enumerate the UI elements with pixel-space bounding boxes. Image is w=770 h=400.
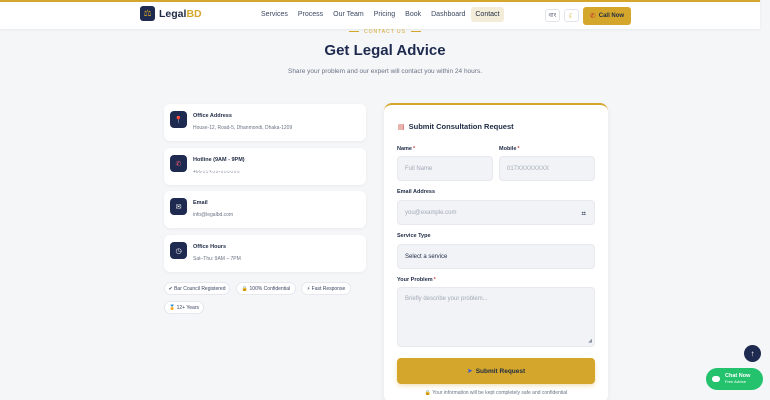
language-toggle-button[interactable]: বাং: [545, 9, 560, 22]
office-address-card: 📍 Office Address House-12, Road-5, Dhanm…: [164, 104, 366, 141]
experience-badge: 🏅 12+ Years: [164, 301, 204, 314]
office-hours-card: ◷ Office Hours Sat–Thu: 9AM – 7PM: [164, 235, 366, 272]
info-value: info@legalbd.com: [193, 212, 234, 218]
top-navbar: ⚖ LegalBD Services Process Our Team Pric…: [0, 0, 760, 29]
info-label: Office Address: [193, 113, 232, 119]
consultation-form: ▤ Submit Consultation Request Name* Full…: [384, 103, 608, 400]
info-label: Hotline (9AM - 9PM): [193, 157, 245, 163]
theme-toggle-button[interactable]: ☾: [564, 9, 579, 22]
info-value: Sat–Thu: 9AM – 7PM: [193, 256, 241, 262]
email-input[interactable]: you@example.com ⌗: [397, 200, 595, 225]
hotline-card[interactable]: ✆ Hotline (9AM - 9PM) +৮৮০১৭০০-০০০০০০: [164, 148, 366, 185]
map-pin-icon: 📍: [170, 111, 187, 128]
email-card[interactable]: ✉ Email info@legalbd.com: [164, 191, 366, 228]
info-value: House-12, Road-5, Dhanmondi, Dhaka-1209: [193, 125, 293, 131]
eyebrow-line-right: [411, 31, 422, 33]
mobile-label: Mobile*: [499, 146, 520, 152]
moon-icon: ☾: [568, 12, 575, 20]
nav-process[interactable]: Process: [294, 7, 327, 22]
problem-textarea[interactable]: Briefly describe your problem... ◢: [397, 287, 595, 347]
email-label: Email Address: [397, 189, 436, 195]
eyebrow-line-left: [348, 31, 359, 33]
call-now-button[interactable]: ✆ Call Now: [583, 7, 631, 25]
phone-icon: ✆: [589, 13, 596, 20]
nav-our-team[interactable]: Our Team: [329, 7, 368, 22]
info-label: Office Hours: [193, 244, 227, 250]
chat-subtitle: Free Advice: [725, 378, 747, 384]
envelope-icon: ✉: [170, 198, 187, 215]
nav-dashboard[interactable]: Dashboard: [427, 7, 469, 22]
send-icon: ➤: [466, 368, 473, 375]
privacy-note: 🔒 Your information will be kept complete…: [424, 390, 568, 396]
problem-label: Your Problem*: [397, 277, 436, 283]
name-label: Name*: [397, 146, 416, 152]
page-title: Get Legal Advice: [324, 42, 446, 59]
nav-book[interactable]: Book: [401, 7, 425, 22]
scan-icon[interactable]: ⌗: [581, 209, 586, 219]
phone-icon: ✆: [170, 155, 187, 172]
chat-text: Chat Now Free Advice: [725, 373, 750, 384]
site-logo[interactable]: ⚖ LegalBD: [140, 6, 202, 21]
main-nav: Services Process Our Team Pricing Book D…: [257, 7, 504, 22]
section-eyebrow: CONTACT US: [0, 29, 770, 35]
form-title: ▤ Submit Consultation Request: [398, 122, 514, 131]
info-value: +৮৮০১৭০০-০০০০০০: [193, 169, 240, 175]
logo-text: LegalBD: [159, 7, 202, 20]
name-input[interactable]: Full Name: [397, 156, 493, 181]
submit-request-button[interactable]: ➤ Submit Request: [397, 358, 595, 384]
resize-handle-icon[interactable]: ◢: [588, 338, 592, 344]
bar-council-badge: ✔ Bar Council Registered: [164, 282, 230, 295]
chat-bubble-icon: [712, 376, 720, 382]
call-now-label: Call Now: [598, 13, 625, 19]
service-type-label: Service Type: [397, 233, 431, 239]
mobile-input[interactable]: 017XXXXXXXX: [499, 156, 595, 181]
scroll-to-top-button[interactable]: ↑: [744, 345, 761, 362]
nav-services[interactable]: Services: [257, 7, 292, 22]
fast-response-badge: ⚡ Fast Response: [301, 282, 351, 295]
info-label: Email: [193, 200, 208, 206]
clock-icon: ◷: [170, 242, 187, 259]
nav-contact[interactable]: Contact: [471, 7, 504, 22]
arrow-up-icon: ↑: [750, 349, 755, 358]
chat-now-button[interactable]: Chat Now Free Advice: [706, 368, 763, 390]
nav-pricing[interactable]: Pricing: [370, 7, 399, 22]
scales-icon: ⚖: [140, 6, 155, 21]
page-subtitle: Share your problem and our expert will c…: [287, 68, 483, 75]
confidential-badge: 🔒 100% Confidential: [236, 282, 296, 295]
service-type-select[interactable]: Select a service: [397, 244, 595, 269]
clipboard-icon: ▤: [398, 123, 405, 131]
